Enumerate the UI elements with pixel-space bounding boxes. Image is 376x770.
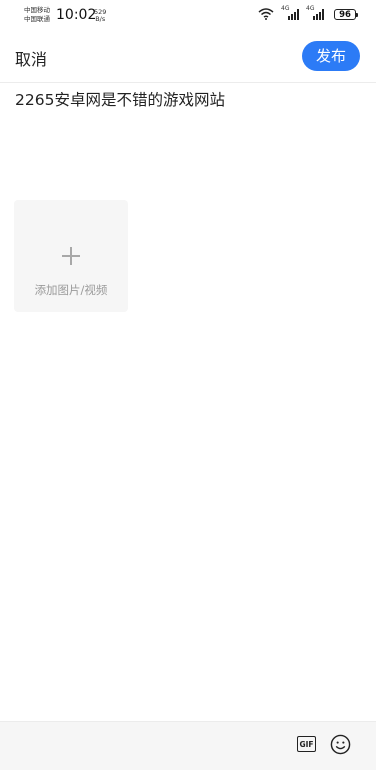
wifi-icon [258,8,274,20]
plus-icon [62,247,80,265]
network-speed: 529 B/s [94,9,106,23]
signal-2-label: 4G [306,5,315,12]
signal-4g-icon: 4G [306,5,324,20]
cancel-button[interactable]: 取消 [15,46,47,70]
battery-icon: 96 [334,8,358,20]
signal-4g-icon: 4G [281,5,299,20]
composer-toolbar: GIF [0,721,376,770]
carrier-info: 中国移动 中国联通 [24,6,50,24]
emoji-smile-icon[interactable] [330,734,351,755]
clock: 10:02 [56,7,97,23]
carrier-1: 中国移动 [24,6,50,14]
post-text-input[interactable]: 2265安卓网是不错的游戏网站 [15,90,361,110]
signal-1-label: 4G [281,5,290,12]
add-media-button[interactable]: 添加图片/视频 [14,200,128,312]
header: 取消 发布 [0,32,376,83]
status-bar: 中国移动 中国联通 10:02 529 B/s 4G 4G 96 [0,0,376,32]
gif-button[interactable]: GIF [297,736,316,752]
status-icons: 4G 4G 96 [258,5,358,20]
network-speed-unit: B/s [95,15,106,23]
carrier-2: 中国联通 [24,15,50,23]
add-media-label: 添加图片/视频 [34,283,108,297]
publish-button[interactable]: 发布 [302,41,360,71]
